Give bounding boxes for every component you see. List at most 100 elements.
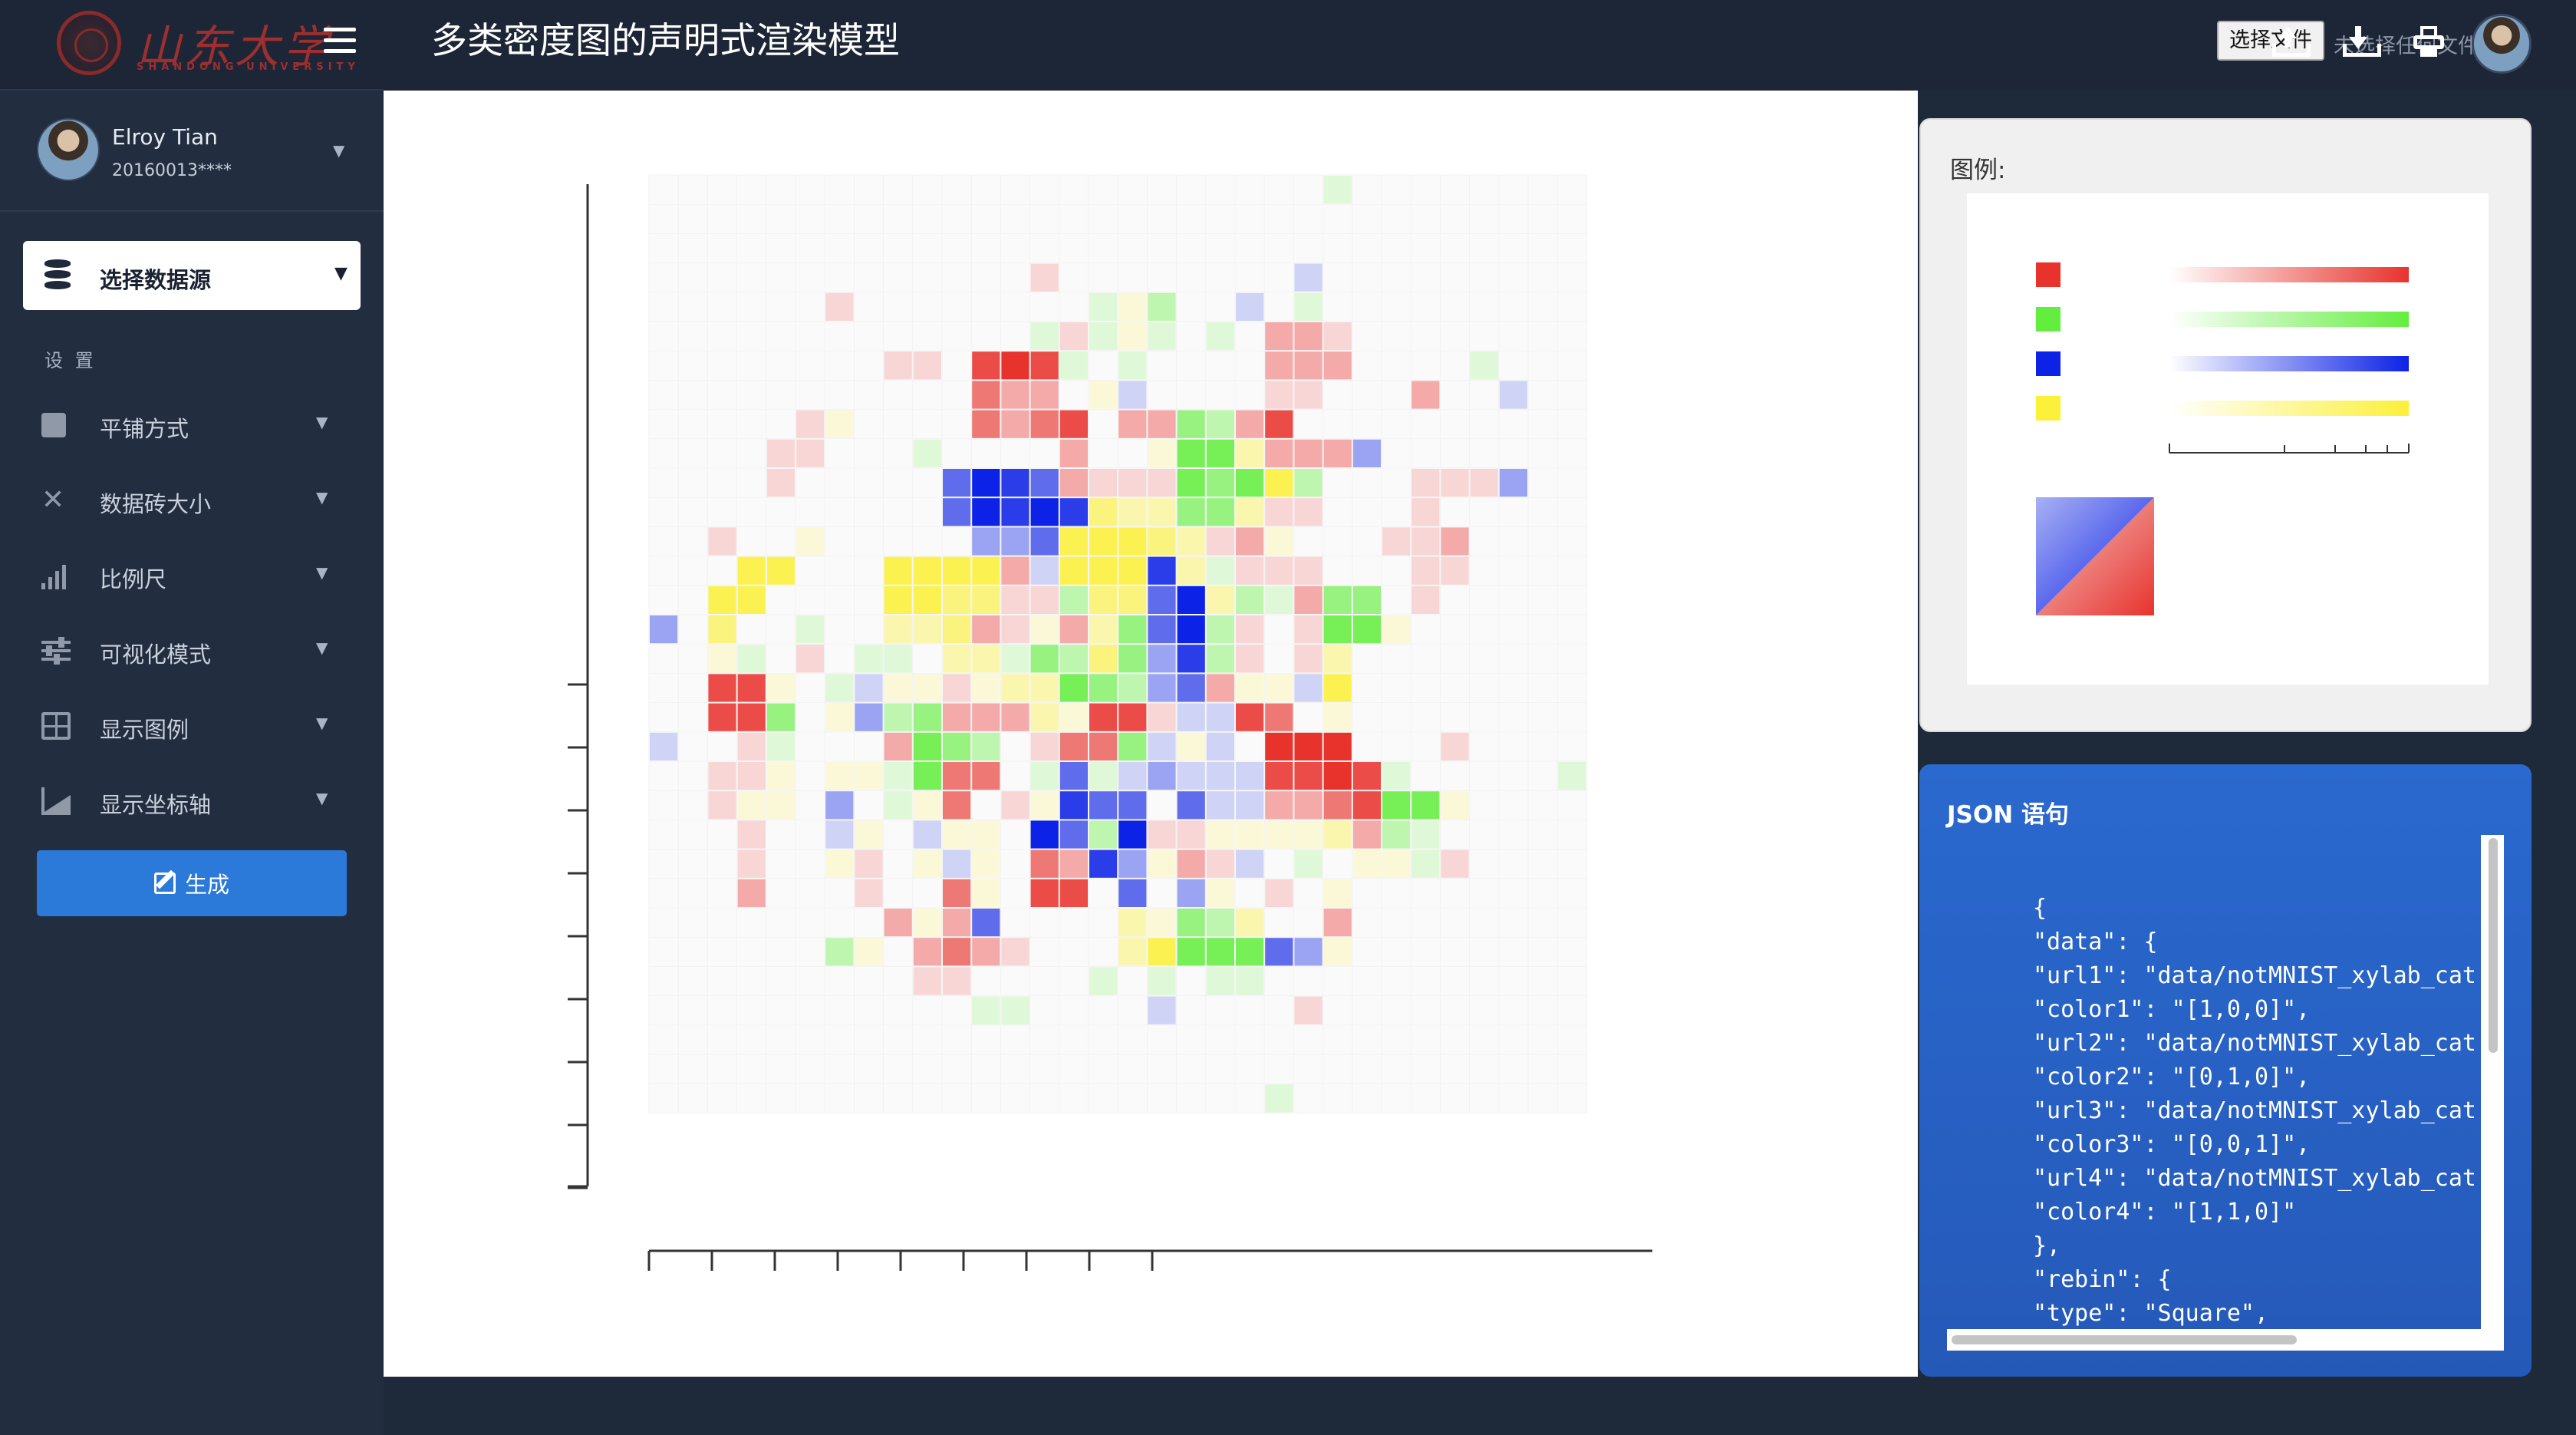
vertical-scrollbar[interactable] xyxy=(2481,835,2504,1351)
brand-bar: 山东大学 SHANDONG UNIVERSITY xyxy=(0,0,384,91)
download-icon[interactable] xyxy=(2343,26,2381,57)
heatmap-cell xyxy=(1177,732,1205,760)
heatmap-cell xyxy=(796,527,825,556)
heatmap-cell xyxy=(1148,820,1176,849)
heatmap-cell xyxy=(1030,263,1059,292)
heatmap-cell xyxy=(1030,732,1059,760)
heatmap-cell xyxy=(855,849,883,878)
chevron-down-icon: ▼ xyxy=(316,789,328,807)
heatmap-cell xyxy=(1030,586,1059,614)
heatmap-cell xyxy=(1323,791,1352,820)
heatmap-cell xyxy=(766,469,795,497)
heatmap-cell xyxy=(708,586,736,614)
heatmap-cell xyxy=(708,674,736,702)
sidebar-item-scale[interactable]: 比例尺 ▼ xyxy=(0,545,384,606)
sidebar-item-tiling[interactable]: 平铺方式 ▼ xyxy=(0,394,384,456)
heatmap-cell xyxy=(1236,967,1264,995)
heatmap-cell xyxy=(972,351,1000,380)
heatmap-cell xyxy=(1089,556,1118,585)
heatmap-cell xyxy=(1294,996,1323,1024)
heatmap-cell xyxy=(1323,439,1352,467)
heatmap-cell xyxy=(1441,732,1469,760)
heatmap-cell xyxy=(1089,527,1118,556)
heatmap-cell xyxy=(1265,410,1293,438)
heatmap-cell xyxy=(913,586,941,614)
heatmap-cell xyxy=(884,762,912,790)
heatmap-cell xyxy=(943,879,971,907)
upload-icon[interactable] xyxy=(2272,26,2311,57)
heatmap-cell xyxy=(1236,498,1264,526)
heatmap-cell xyxy=(913,909,941,937)
heatmap-cell xyxy=(766,439,795,467)
legend-ramp-green xyxy=(2169,312,2409,327)
heatmap-cell xyxy=(1001,674,1029,702)
heatmap-cell xyxy=(1001,791,1029,820)
heatmap-cell xyxy=(1030,674,1059,702)
heatmap-cell xyxy=(1236,469,1264,497)
heatmap-cell xyxy=(1148,909,1176,937)
heatmap-cell xyxy=(1177,498,1205,526)
heatmap-cell xyxy=(1089,645,1118,673)
heatmap-cell xyxy=(1089,586,1118,614)
heatmap-cell xyxy=(1323,176,1352,204)
chevron-down-icon: ▼ xyxy=(316,488,328,506)
heatmap-cell xyxy=(1089,381,1118,409)
sidebar-item-tile-size[interactable]: ✕ 数据砖大小 ▼ xyxy=(0,470,384,531)
heatmap-cell xyxy=(1118,292,1147,321)
heatmap-cell xyxy=(1001,351,1029,380)
heatmap-cell xyxy=(913,351,941,380)
heatmap-cell xyxy=(1118,674,1147,702)
heatmap-cell xyxy=(1382,615,1411,644)
sidebar-item-show-legend[interactable]: 显示图例 ▼ xyxy=(0,695,384,757)
sidebar-item-vis-mode[interactable]: 可视化模式 ▼ xyxy=(0,620,384,681)
heatmap-cell xyxy=(913,791,941,820)
heatmap-cell xyxy=(855,938,883,966)
sidebar-item-show-axes[interactable]: 显示坐标轴 ▼ xyxy=(0,770,384,832)
heatmap-cell xyxy=(737,732,766,760)
heatmap-cell xyxy=(1148,410,1176,438)
heatmap-cell xyxy=(1059,674,1088,702)
heatmap-cell xyxy=(1118,703,1147,731)
user-panel[interactable]: Elroy Tian 20160013**** ▼ xyxy=(0,91,384,212)
heatmap-cell xyxy=(1148,645,1176,673)
chevron-down-icon: ▼ xyxy=(316,714,328,732)
hamburger-menu-icon[interactable] xyxy=(324,28,356,54)
heatmap-cell xyxy=(650,732,678,760)
heatmap-cell xyxy=(1294,762,1323,790)
heatmap-cell xyxy=(1118,791,1147,820)
heatmap-cell xyxy=(1412,556,1440,585)
heatmap-cell xyxy=(1382,791,1411,820)
horizontal-scrollbar[interactable] xyxy=(1947,1329,2504,1351)
generate-button[interactable]: 生成 xyxy=(37,850,347,916)
heatmap-cell xyxy=(1265,820,1293,849)
avatar[interactable] xyxy=(2472,14,2532,74)
heatmap-cell xyxy=(1001,996,1029,1024)
chevron-down-icon[interactable]: ▼ xyxy=(333,141,344,160)
heatmap-cell xyxy=(1265,1084,1293,1113)
heatmap-cell xyxy=(913,556,941,585)
heatmap-cell xyxy=(1323,732,1352,760)
json-code-view[interactable]: { "data": { "url1": "data/notMNIST_xylab… xyxy=(1947,835,2504,1351)
heatmap-cell xyxy=(737,586,766,614)
heatmap-cell xyxy=(766,732,795,760)
heatmap-cell xyxy=(796,645,825,673)
heatmap-cell xyxy=(1118,762,1147,790)
heatmap-cell xyxy=(1294,732,1323,760)
heatmap-cell xyxy=(1265,586,1293,614)
print-icon[interactable] xyxy=(2413,26,2447,57)
heatmap-cell xyxy=(1148,762,1176,790)
heatmap-cell xyxy=(1265,791,1293,820)
heatmap-cell xyxy=(1177,820,1205,849)
settings-section-title: 设 置 xyxy=(44,350,97,371)
heatmap-cell xyxy=(1118,410,1147,438)
heatmap-cell xyxy=(943,586,971,614)
heatmap-cell xyxy=(1323,674,1352,702)
select-datasource-button[interactable]: 选择数据源 ▼ xyxy=(23,241,361,310)
heatmap-cell xyxy=(913,615,941,644)
avatar xyxy=(37,118,100,181)
heatmap-cell xyxy=(913,732,941,760)
heatmap-cell xyxy=(1382,820,1411,849)
heatmap-cell xyxy=(1294,381,1323,409)
heatmap-cell xyxy=(1177,527,1205,556)
heatmap-cell xyxy=(943,674,971,702)
